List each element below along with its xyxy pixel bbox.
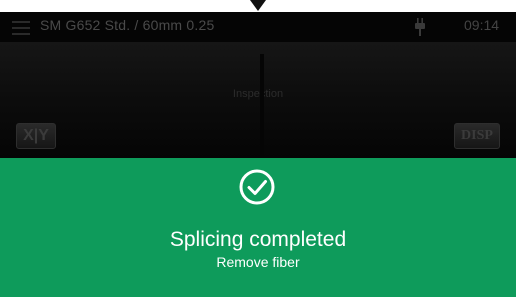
clock: 09:14: [464, 17, 500, 33]
camera-divider: [260, 54, 264, 158]
down-arrow-icon: [250, 0, 266, 11]
hamburger-menu-icon[interactable]: [12, 21, 30, 35]
status-title: Splicing completed: [169, 228, 347, 251]
xy-view-button[interactable]: X|Y: [16, 123, 56, 149]
check-circle-icon: [239, 169, 275, 205]
camera-label: Inspection: [232, 88, 284, 100]
splice-complete-panel: Splicing completed Remove fiber: [0, 158, 516, 297]
status-bar: SM G652 Std. / 60mm 0.25 09:14: [0, 12, 516, 42]
camera-view: Inspection X|Y DISP: [0, 42, 516, 158]
display-button[interactable]: DISP: [454, 123, 500, 149]
plug-icon: [415, 18, 425, 36]
splicer-screen: SM G652 Std. / 60mm 0.25 09:14 Inspectio…: [0, 12, 516, 297]
splice-program-title[interactable]: SM G652 Std. / 60mm 0.25: [40, 17, 214, 33]
status-subtitle: Remove fiber: [216, 254, 300, 270]
